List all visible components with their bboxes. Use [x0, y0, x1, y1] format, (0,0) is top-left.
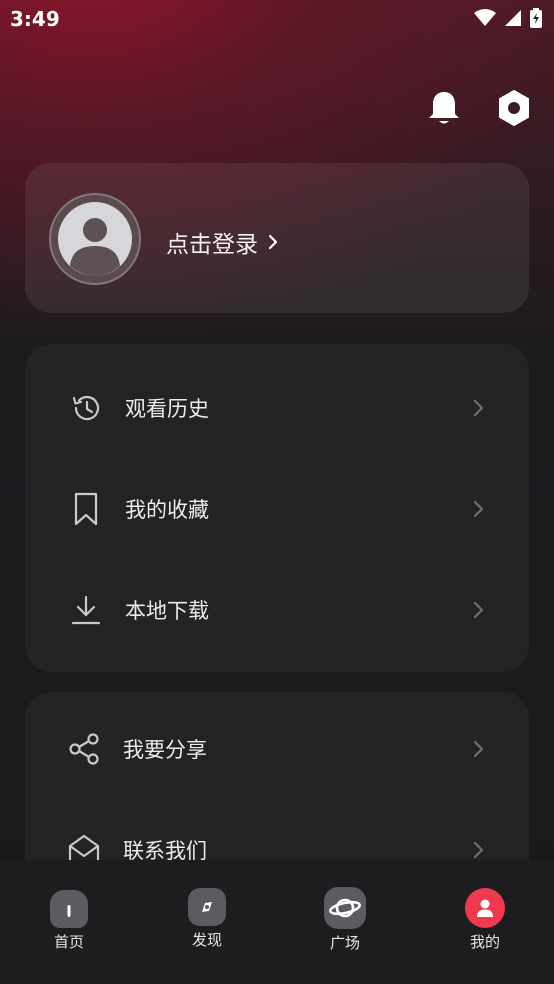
tab-discover-label: 发现 [191, 931, 222, 949]
tab-discover[interactable]: 发现 [167, 888, 247, 950]
bottom-tab-bar: 首页 发现 广场 我的 [0, 860, 554, 984]
tab-home-label: 首页 [53, 933, 84, 951]
tab-mine-icon-wrap [465, 888, 505, 928]
settings-button[interactable] [494, 88, 534, 128]
tab-square-label: 广场 [329, 934, 360, 952]
login-link[interactable]: 点击登录 [166, 225, 278, 259]
notifications-button[interactable] [424, 88, 464, 128]
chevron-right-icon [268, 234, 278, 250]
menu-label-favorites: 我的收藏 [125, 498, 209, 522]
profile-icon [477, 899, 493, 917]
status-bar: 3:49 [0, 0, 554, 40]
chevron-right-icon [473, 500, 484, 518]
tab-discover-icon-wrap [188, 888, 226, 926]
tab-square[interactable]: 广场 [305, 887, 385, 953]
chevron-right-icon [473, 601, 484, 619]
login-card[interactable]: 点击登录 [25, 163, 529, 313]
menu-group-main: 观看历史 我的收藏 本地下载 [25, 344, 529, 672]
download-icon [71, 595, 101, 625]
planet-icon [328, 898, 362, 918]
tab-home-icon-wrap [50, 890, 88, 928]
menu-label-share: 我要分享 [123, 738, 207, 762]
bell-icon [429, 92, 459, 124]
avatar[interactable] [49, 193, 141, 285]
battery-icon [530, 8, 542, 28]
chevron-right-icon [473, 841, 484, 859]
menu-label-history: 观看历史 [125, 397, 209, 421]
menu-label-downloads: 本地下载 [125, 599, 209, 623]
history-icon [72, 395, 100, 421]
status-icons [474, 8, 542, 28]
chevron-right-icon [473, 740, 484, 758]
tab-home[interactable]: 首页 [29, 890, 109, 952]
login-label: 点击登录 [166, 232, 258, 258]
compass-icon [202, 902, 212, 912]
home-icon [67, 905, 71, 917]
cell-signal-icon [505, 10, 521, 26]
avatar-icon [58, 202, 132, 276]
tab-mine[interactable]: 我的 [445, 888, 525, 952]
chevron-right-icon [473, 399, 484, 417]
tab-mine-label: 我的 [469, 933, 500, 951]
settings-hex-icon [499, 90, 529, 126]
wifi-icon [474, 9, 496, 26]
tab-square-icon-wrap [324, 887, 366, 929]
menu-item-downloads[interactable]: 本地下载 [25, 580, 529, 640]
share-icon [69, 733, 99, 765]
menu-item-share[interactable]: 我要分享 [25, 719, 529, 779]
menu-item-favorites[interactable]: 我的收藏 [25, 479, 529, 539]
header-actions [424, 88, 534, 128]
menu-item-history[interactable]: 观看历史 [25, 378, 529, 438]
status-time: 3:49 [10, 7, 60, 31]
bookmark-icon [74, 492, 98, 526]
